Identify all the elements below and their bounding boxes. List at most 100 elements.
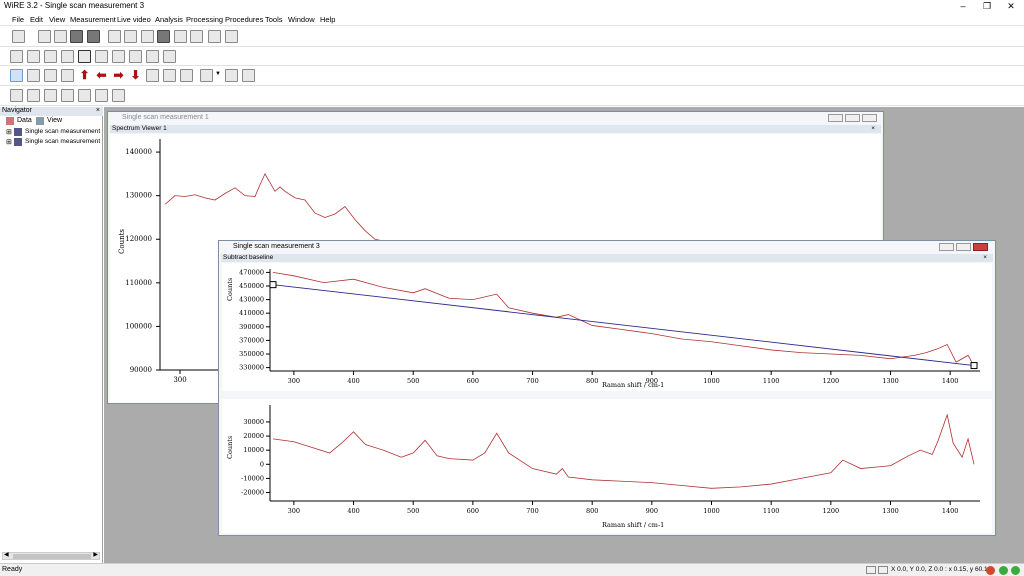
x-tick-label: 1300	[882, 377, 899, 385]
x-tick-label: 1100	[763, 507, 780, 515]
misc-4-icon[interactable]	[61, 89, 74, 102]
close-icon[interactable]: ×	[983, 254, 987, 262]
zoom-icon[interactable]	[27, 69, 40, 82]
menu-measurement[interactable]: Measurement	[70, 15, 116, 24]
view-7-icon[interactable]	[112, 50, 125, 63]
view-9-icon[interactable]	[146, 50, 159, 63]
x-tick-label: 500	[407, 507, 419, 515]
spectrum-view-icon[interactable]	[78, 50, 91, 63]
y-tick-label: 100000	[125, 322, 152, 330]
table-icon[interactable]	[180, 69, 193, 82]
arrow-up-icon[interactable]: ⬆	[78, 69, 91, 82]
y-tick-label: 430000	[239, 296, 264, 304]
menu-edit[interactable]: Edit	[30, 15, 43, 24]
baseline-handle[interactable]	[970, 362, 978, 370]
data-tab-icon	[6, 117, 14, 125]
menu-processing[interactable]: Processing	[186, 15, 223, 24]
cursor-icon[interactable]	[146, 69, 159, 82]
reset-icon[interactable]	[61, 69, 74, 82]
open-icon[interactable]	[12, 30, 25, 43]
view-8-icon[interactable]	[129, 50, 142, 63]
arrow-left-icon[interactable]: ⬅	[95, 69, 108, 82]
window-caption: Single scan measurement 1	[108, 112, 883, 124]
restore-icon[interactable]: ❐	[976, 0, 998, 12]
y-tick-label: 0	[260, 460, 264, 468]
status-light-icon	[986, 566, 995, 575]
misc-5-icon[interactable]	[78, 89, 91, 102]
x-tick-label: 1100	[763, 377, 780, 385]
misc-3-icon[interactable]	[44, 89, 57, 102]
wrench-icon[interactable]	[190, 30, 203, 43]
tab-data[interactable]: Data	[17, 117, 32, 124]
menu-window[interactable]: Window	[288, 15, 315, 24]
view-10-icon[interactable]	[163, 50, 176, 63]
layout-icon[interactable]	[200, 69, 213, 82]
horizontal-scrollbar[interactable]: ◀ ▶	[2, 552, 100, 560]
menu-file[interactable]: File	[12, 15, 24, 24]
view-6-icon[interactable]	[95, 50, 108, 63]
menu-tools[interactable]: Tools	[265, 15, 283, 24]
folder-icon[interactable]	[141, 30, 154, 43]
toolbar-misc	[0, 86, 1024, 106]
x-axis-label: Raman shift / cm-1	[602, 381, 664, 389]
menu-view[interactable]: View	[49, 15, 65, 24]
y-tick-label: 390000	[239, 323, 264, 331]
chart-baseline: 330000 350000 370000 390000 410000 430000 4500…	[222, 263, 992, 391]
misc-1-icon[interactable]	[10, 89, 23, 102]
misc-2-icon[interactable]	[27, 89, 40, 102]
chevron-down-icon[interactable]: ▼	[215, 71, 221, 77]
home-icon[interactable]	[208, 30, 221, 43]
close-icon[interactable]: ✕	[1000, 0, 1022, 12]
view-2-icon[interactable]	[27, 50, 40, 63]
copy-image-icon[interactable]	[242, 69, 255, 82]
close-icon[interactable]: ×	[871, 125, 875, 133]
window-subtitle-bar: Subtract baseline ×	[221, 254, 993, 262]
baseline-handle[interactable]	[269, 281, 277, 289]
menu-live-video[interactable]: Live video	[117, 15, 151, 24]
export-icon[interactable]	[108, 30, 121, 43]
close-button[interactable]	[973, 243, 988, 251]
maximize-button[interactable]	[845, 114, 860, 122]
maximize-button[interactable]	[956, 243, 971, 251]
expand-icon[interactable]: ⊞	[6, 128, 12, 136]
subtracted-line	[272, 413, 975, 489]
tab-view[interactable]: View	[47, 117, 62, 124]
camera-icon[interactable]	[124, 30, 137, 43]
y-tick-label: -10000	[241, 474, 264, 482]
chart-subtracted: -20000 -10000 0 10000 20000 30000 300 400 500 600…	[222, 399, 992, 533]
view-1-icon[interactable]	[10, 50, 23, 63]
menu-help[interactable]: Help	[320, 15, 335, 24]
y-axis-label: Counts	[226, 278, 234, 301]
pan-icon[interactable]	[44, 69, 57, 82]
menu-analysis[interactable]: Analysis	[155, 15, 183, 24]
view-3-icon[interactable]	[44, 50, 57, 63]
view-4-icon[interactable]	[61, 50, 74, 63]
window-title: Single scan measurement 1	[122, 114, 209, 121]
run-icon[interactable]	[38, 30, 51, 43]
misc-6-icon[interactable]	[95, 89, 108, 102]
expand-icon[interactable]: ⊞	[6, 138, 12, 146]
nav-item-measurement-1[interactable]: Single scan measurement 1	[25, 128, 101, 135]
export-image-icon[interactable]	[225, 69, 238, 82]
nav-item-measurement-3[interactable]: Single scan measurement 3	[25, 138, 101, 145]
window-measurement-3[interactable]: Single scan measurement 3 Subtract basel…	[218, 240, 996, 536]
misc-7-icon[interactable]	[112, 89, 125, 102]
minimize-button[interactable]	[939, 243, 954, 251]
close-button[interactable]	[862, 114, 877, 122]
arrow-right-icon[interactable]: ➡	[112, 69, 125, 82]
minimize-button[interactable]	[828, 114, 843, 122]
close-icon[interactable]: ×	[96, 107, 100, 114]
y-tick-label: 370000	[239, 336, 264, 344]
grid-icon[interactable]	[163, 69, 176, 82]
minimize-icon[interactable]: –	[952, 0, 974, 12]
gauge-icon[interactable]	[174, 30, 187, 43]
measure-icon[interactable]	[54, 30, 67, 43]
save-icon[interactable]	[87, 30, 100, 43]
series-line	[164, 172, 396, 247]
globe-icon[interactable]	[157, 30, 170, 43]
pointer-icon[interactable]	[10, 69, 23, 82]
tools-icon[interactable]	[70, 30, 83, 43]
menu-procedures[interactable]: Procedures	[225, 15, 263, 24]
arrow-down-icon[interactable]: ⬇	[129, 69, 142, 82]
help-icon[interactable]	[225, 30, 238, 43]
